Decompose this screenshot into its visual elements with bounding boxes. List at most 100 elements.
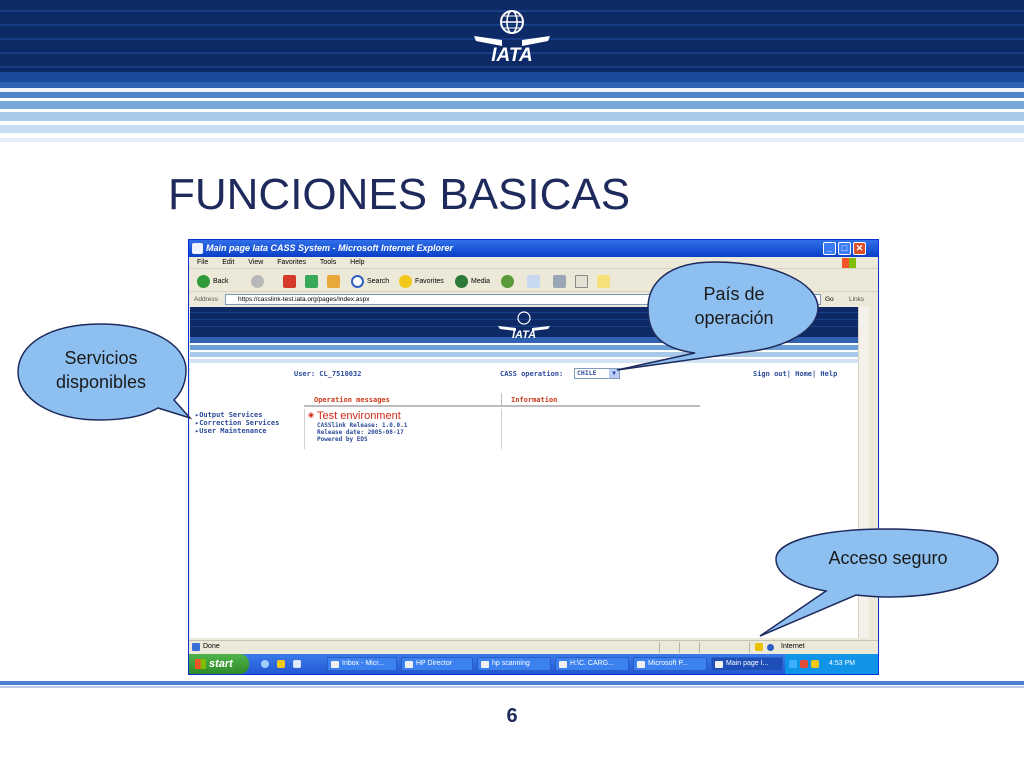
back-button[interactable]: Back [197,273,229,289]
security-zone: Internet [781,643,805,650]
menu-help[interactable]: Help [350,259,364,266]
slide: IATA FUNCIONES BASICAS Main page Iata CA… [0,0,1024,768]
service-correction-link[interactable]: Correction Services [195,419,279,427]
menu-tools[interactable]: Tools [320,259,336,266]
ie-quicklaunch-icon[interactable] [261,660,269,668]
outlook-quicklaunch-icon[interactable] [277,660,285,668]
back-arrow-icon [197,274,210,288]
footer-rule-thin [0,686,1024,688]
system-tray: 4:53 PM [785,654,878,674]
search-icon [351,274,364,288]
menu-edit[interactable]: Edit [222,259,234,266]
page-icon [192,643,200,651]
service-user-maintenance-link[interactable]: User Maintenance [195,427,279,435]
status-separator [659,642,660,653]
windows-taskbar: start Inbox - Micr... HP Director hp sca… [189,654,878,674]
home-button[interactable] [327,273,340,289]
stop-button[interactable] [283,273,296,289]
edit-icon [575,274,588,288]
clock: 4:53 PM [829,660,856,667]
page-number: 6 [506,705,518,727]
powered-by-line: Powered by EDS [317,436,368,443]
forward-button[interactable] [251,273,264,289]
windows-flag-icon [195,659,206,669]
status-text: Done [203,643,220,650]
task-hp-director[interactable]: HP Director [401,657,473,671]
task-inbox[interactable]: Inbox - Micr... [327,657,397,671]
column-divider [501,409,502,449]
tab-operation-messages[interactable]: Operation messages [314,396,390,404]
page-iata-logo: IATA [498,311,550,340]
content-tabs: Operation messages Information [304,393,700,407]
callout-acceso-seguro [759,528,999,637]
network-icon[interactable] [789,660,797,668]
address-url: https://casslink-test.iata.org/pages/Ind… [238,296,370,303]
task-hp-scanning[interactable]: hp scanning [477,657,551,671]
task-main-page[interactable]: Main page I... [711,657,783,671]
history-button[interactable] [501,273,514,289]
links-button[interactable]: Links [849,293,864,306]
maximize-button[interactable]: □ [838,242,851,255]
release-line: CASSlink Release: 1.0.0.1 [317,422,408,429]
user-id: User: CL_7510032 [294,370,362,378]
environment-info: Test environment CASSlink Release: 1.0.0… [308,410,408,443]
callout-acceso-text: Acceso seguro [828,548,948,568]
callout-servicios-text: Servicios disponibles [55,348,147,392]
address-label: Address [194,296,218,303]
forward-arrow-icon [251,274,264,288]
edit-button[interactable] [575,273,588,289]
refresh-button[interactable] [305,273,318,289]
menu-file[interactable]: File [197,259,208,266]
desktop-quicklaunch-icon[interactable] [293,660,301,668]
status-separator [699,642,700,653]
status-separator [749,642,750,653]
tab-divider [501,393,502,407]
favorites-label: Favorites [415,277,444,285]
start-button[interactable]: start [189,654,249,674]
media-label: Media [471,277,491,285]
footer-rule [0,681,1024,685]
task-cargo-folder[interactable]: H:\C. CARG... [555,657,629,671]
stop-icon [283,274,296,288]
environment-title: Test environment [308,410,407,422]
menu-view[interactable]: View [248,259,263,266]
browser-title: Main page Iata CASS System - Microsoft I… [206,243,454,253]
media-icon [455,274,468,288]
go-button[interactable]: Go [825,293,834,306]
service-output-link[interactable]: Output Services [195,411,279,419]
windows-logo-icon [842,258,856,268]
globe-icon [767,644,774,651]
mail-icon [527,274,540,288]
browser-statusbar: Done Internet [189,640,878,653]
home-icon [327,274,340,288]
iata-logo: IATA [474,10,550,66]
favorites-button[interactable]: Favorites [399,273,444,289]
slide-title: FUNCIONES BASICAS [168,170,631,219]
refresh-icon [305,274,318,288]
antivirus-icon[interactable] [800,660,808,668]
iata-logo-text: IATA [491,45,533,66]
cass-operation-value: CHILE [577,369,597,377]
header-banner: IATA [0,0,1024,150]
tab-information[interactable]: Information [511,396,557,404]
close-button[interactable]: ✕ [853,242,866,255]
volume-icon[interactable] [811,660,819,668]
print-button[interactable] [553,273,566,289]
page-iata-text: IATA [512,329,536,340]
column-divider [304,409,305,449]
mail-button[interactable] [527,273,540,289]
search-button[interactable]: Search [351,273,389,289]
minimize-button[interactable]: _ [823,242,836,255]
search-label: Search [367,277,390,285]
callout-pais-text: País de operación [694,284,774,328]
ie-icon [192,243,203,254]
release-date-line: Release date: 2005-08-17 [317,429,404,436]
back-label: Back [213,277,229,285]
start-label: start [209,658,233,670]
star-icon [399,274,412,288]
lock-icon [755,643,763,651]
menu-favorites[interactable]: Favorites [277,259,306,266]
services-menu: Output Services Correction Services User… [195,411,279,435]
task-powerpoint[interactable]: Microsoft P... [633,657,707,671]
media-button[interactable]: Media [455,273,490,289]
